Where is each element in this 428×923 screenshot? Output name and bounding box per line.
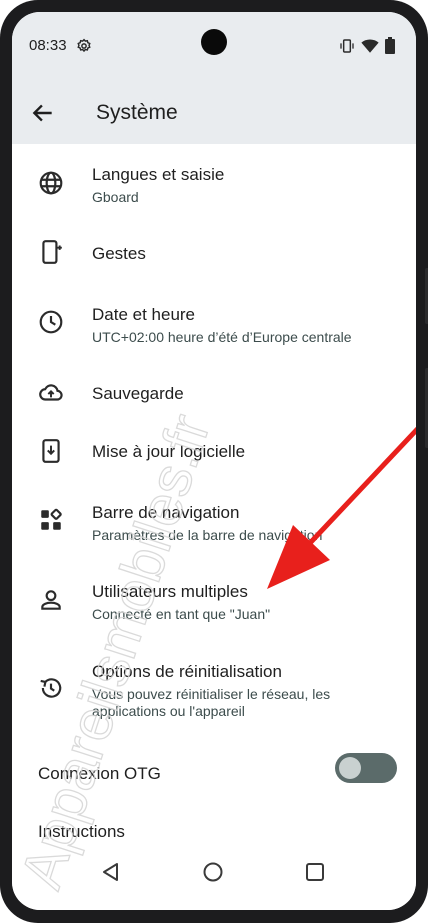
- screen: 08:33 Système Langues et saisie Gboard G…: [12, 12, 416, 910]
- phone-frame: 08:33 Système Langues et saisie Gboard G…: [0, 0, 428, 923]
- annotation-arrow: [267, 426, 416, 589]
